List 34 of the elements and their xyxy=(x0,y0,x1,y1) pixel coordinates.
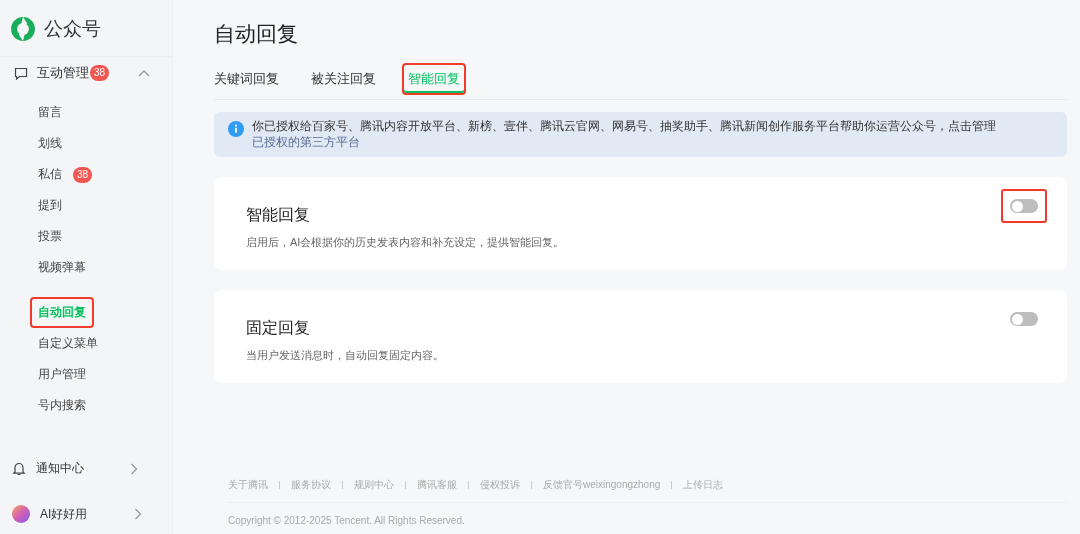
page-title: 自动回复 xyxy=(214,21,299,47)
notice-text: 你已授权给百家号、腾讯内容开放平台、新榜、壹伴、腾讯云官网、网易号、抽奖助手、腾讯新闻创作服务平台帮助你运营公众号，点击管理 已授权的第三方平台 xyxy=(252,119,997,150)
card-title: 固定回复 xyxy=(246,318,311,338)
menu-item[interactable]: AI好好用 xyxy=(0,496,172,532)
card-title: 智能回复 xyxy=(246,205,311,225)
copyright: Copyright © 2012-2025 Tencent. All Rights Reserved. xyxy=(228,514,466,526)
info-icon xyxy=(228,121,244,137)
menu-item[interactable]: 通知中心 xyxy=(0,451,172,486)
tab[interactable]: 被关注回复 xyxy=(305,63,382,95)
menu-item[interactable]: 自定义菜单 xyxy=(30,328,106,359)
menu-section-header[interactable]: 互动管理 38 xyxy=(0,57,172,89)
card-description: 当用户发送消息时，自动回复固定内容。 xyxy=(246,348,444,363)
bell-icon xyxy=(12,461,26,476)
menu-item[interactable]: 用户管理 xyxy=(30,359,94,390)
menu-item[interactable]: 投票 xyxy=(30,221,70,252)
gradient-circle-icon xyxy=(12,505,30,523)
tab[interactable]: 关键词回复 xyxy=(208,63,285,95)
toggle-switch[interactable] xyxy=(1010,312,1038,326)
menu-item[interactable]: 视频弹幕 xyxy=(30,252,94,283)
menu-item[interactable]: 留言 xyxy=(30,97,70,128)
logo-icon xyxy=(10,16,36,42)
authorized-platforms-link[interactable]: 已授权的第三方平台 xyxy=(252,136,360,148)
count-badge: 38 xyxy=(73,166,93,183)
comment-icon xyxy=(14,66,28,80)
count-badge: 38 xyxy=(90,65,110,81)
menu-item[interactable]: 提到 xyxy=(30,190,70,221)
toggle-switch[interactable] xyxy=(1010,199,1038,213)
card-description: 启用后，AI会根据你的历史发表内容和补充设定，提供智能回复。 xyxy=(246,235,565,250)
chevron-right-icon xyxy=(130,462,138,475)
menu-item[interactable]: 号内搜索 xyxy=(30,390,94,421)
chevron-right-icon xyxy=(134,508,142,520)
brand-name: 公众号 xyxy=(44,17,101,41)
menu-item[interactable]: 私信 xyxy=(30,159,70,190)
menu-item[interactable]: 划线 xyxy=(30,128,70,159)
